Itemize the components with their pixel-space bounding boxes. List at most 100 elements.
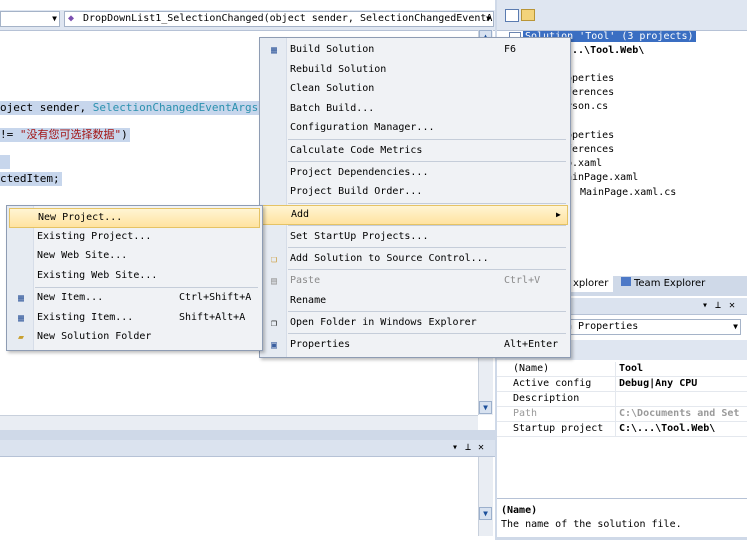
- code-line[interactable]: != "没有您可选择数据"): [0, 128, 130, 142]
- menu-item-project-dependencies[interactable]: Project Dependencies...: [262, 164, 568, 184]
- menu-item-label: Existing Item...: [37, 312, 134, 323]
- menu-item-existing-web-site[interactable]: Existing Web Site...: [9, 267, 260, 287]
- properties-icon: ▣: [270, 340, 278, 351]
- menu-item-label: Set StartUp Projects...: [290, 231, 429, 242]
- scroll-down-button[interactable]: ▼: [479, 401, 492, 414]
- menu-item-label: Add Solution to Source Control...: [290, 253, 489, 264]
- tree-item[interactable]: MainPage.xaml.cs: [580, 186, 676, 199]
- tree-item[interactable]: operties: [566, 72, 614, 85]
- menu-item-clean-solution[interactable]: Clean Solution: [262, 80, 568, 100]
- menu-item-label: New Solution Folder: [37, 331, 152, 342]
- menu-item-configuration-manager[interactable]: Configuration Manager...: [262, 119, 568, 139]
- menu-item-existing-item[interactable]: ▦ Existing Item... Shift+Alt+A: [9, 309, 260, 329]
- menu-item-set-startup-projects[interactable]: Set StartUp Projects...: [262, 228, 568, 248]
- tab-solution-explorer[interactable]: xplorer: [569, 276, 613, 292]
- close-icon[interactable]: ✕: [478, 442, 484, 453]
- properties-object-value: n Properties: [566, 321, 639, 332]
- tab-label: xplorer: [573, 278, 609, 289]
- menu-item-rebuild-solution[interactable]: Rebuild Solution: [262, 61, 568, 81]
- property-name: (Name): [513, 363, 550, 374]
- pin-icon[interactable]: ⊥: [465, 442, 471, 453]
- menu-item-label: Calculate Code Metrics: [290, 145, 423, 156]
- menu-item-rename[interactable]: Rename: [262, 292, 568, 312]
- menu-item-label: Rebuild Solution: [290, 64, 387, 75]
- type-combo[interactable]: ▼: [0, 11, 60, 27]
- chevron-down-icon: ▼: [733, 322, 738, 331]
- menu-item-shortcut: Alt+Enter: [504, 339, 559, 350]
- menu-item-batch-build[interactable]: Batch Build...: [262, 100, 568, 120]
- menu-item-label: Existing Web Site...: [37, 270, 158, 281]
- property-name: Active config: [513, 378, 592, 389]
- tree-item-startup-project[interactable]: ...\Tool.Web\: [566, 44, 644, 57]
- tree-item-label: rson.cs: [566, 101, 609, 112]
- tree-item-label: operties: [566, 130, 615, 141]
- tree-item[interactable]: ferences: [566, 86, 614, 99]
- event-icon: ◆: [68, 13, 75, 24]
- menu-item-label: Clean Solution: [290, 83, 375, 94]
- tree-item[interactable]: p.xaml: [566, 157, 602, 170]
- tree-item[interactable]: ainPage.xaml: [566, 171, 638, 184]
- menu-item-label: Project Dependencies...: [290, 167, 429, 178]
- menu-item-existing-project[interactable]: Existing Project...: [9, 228, 260, 248]
- properties-toolbar-icon[interactable]: [505, 9, 519, 22]
- editor-horizontal-scrollbar[interactable]: [0, 415, 478, 430]
- pin-icon[interactable]: ⊥: [715, 300, 721, 311]
- solution-context-menu: ▦ Build Solution F6 Rebuild Solution Cle…: [259, 37, 571, 358]
- menu-item-label: Existing Project...: [37, 231, 152, 242]
- tree-item-label: ainPage.xaml: [566, 172, 639, 183]
- property-row[interactable]: Active config Debug|Any CPU: [497, 377, 747, 392]
- menu-item-new-solution-folder[interactable]: ▰ New Solution Folder: [9, 328, 260, 348]
- property-description: (Name) The name of the solution file.: [497, 498, 747, 537]
- code-line[interactable]: ctedItem;: [0, 172, 62, 186]
- menu-item-properties[interactable]: ▣ Properties Alt+Enter: [262, 336, 568, 356]
- property-row[interactable]: Path C:\Documents and Set: [497, 407, 747, 422]
- show-all-files-icon[interactable]: [521, 9, 535, 21]
- new-item-icon: ▦: [17, 293, 25, 304]
- output-scrollbar[interactable]: ▼: [478, 457, 493, 536]
- tree-item-label: ferences: [566, 87, 615, 98]
- dropdown-icon[interactable]: ▾: [452, 442, 458, 453]
- menu-item-new-web-site[interactable]: New Web Site...: [9, 247, 260, 267]
- tree-item[interactable]: rson.cs: [566, 100, 608, 113]
- chevron-down-icon: ▼: [52, 14, 57, 23]
- code-line[interactable]: [0, 155, 10, 169]
- menu-item-project-build-order[interactable]: Project Build Order...: [262, 183, 568, 203]
- close-icon[interactable]: ✕: [729, 300, 735, 311]
- tree-item[interactable]: operties: [566, 129, 614, 142]
- menu-item-label: New Project...: [38, 212, 123, 223]
- tab-team-explorer[interactable]: Team Explorer: [617, 276, 747, 292]
- add-submenu: New Project... Existing Project... New W…: [6, 205, 263, 351]
- menu-item-open-folder[interactable]: ❐ Open Folder in Windows Explorer: [262, 314, 568, 334]
- source-control-icon: ❏: [270, 254, 278, 265]
- menu-item-shortcut: Ctrl+Shift+A: [179, 292, 252, 303]
- property-value: Tool: [619, 363, 644, 374]
- chevron-down-icon: ▼: [486, 14, 491, 23]
- property-row[interactable]: Startup project C:\...\Tool.Web\: [497, 422, 747, 437]
- menu-item-new-project[interactable]: New Project...: [9, 208, 260, 228]
- property-row[interactable]: Description: [497, 392, 747, 407]
- menu-item-shortcut: Ctrl+V: [504, 275, 541, 286]
- property-name: Startup project: [513, 423, 604, 434]
- property-row[interactable]: (Name) Tool: [497, 362, 747, 377]
- dropdown-icon[interactable]: ▾: [702, 300, 708, 311]
- property-name: Description: [513, 393, 580, 404]
- menu-item-add-to-source-control[interactable]: ❏ Add Solution to Source Control...: [262, 250, 568, 270]
- output-panel-header: ▾ ⊥ ✕: [0, 440, 495, 457]
- tree-item-label: p.xaml: [566, 158, 603, 169]
- menu-item-paste[interactable]: ▤ Paste Ctrl+V: [262, 272, 568, 292]
- code-text: oject sender,: [0, 101, 93, 114]
- menu-item-add[interactable]: Add ▶: [262, 205, 568, 225]
- scroll-down-button[interactable]: ▼: [479, 507, 492, 520]
- menu-item-calculate-code-metrics[interactable]: Calculate Code Metrics: [262, 142, 568, 162]
- code-line[interactable]: oject sender, SelectionChangedEventArgs …: [0, 101, 281, 115]
- tree-item[interactable]: ferences: [566, 143, 614, 156]
- menu-item-build-solution[interactable]: ▦ Build Solution F6: [262, 41, 568, 61]
- open-folder-icon: ❐: [270, 318, 278, 329]
- editor-navigation-bar: ▼ ◆ DropDownList1_SelectionChanged(objec…: [0, 10, 495, 31]
- member-combo[interactable]: ◆ DropDownList1_SelectionChanged(object …: [64, 11, 494, 27]
- paste-icon: ▤: [270, 276, 278, 287]
- menu-item-new-item[interactable]: ▦ New Item... Ctrl+Shift+A: [9, 289, 260, 309]
- menu-item-label: New Item...: [37, 292, 104, 303]
- menu-item-label: Configuration Manager...: [290, 122, 435, 133]
- code-text: ctedItem;: [0, 172, 60, 185]
